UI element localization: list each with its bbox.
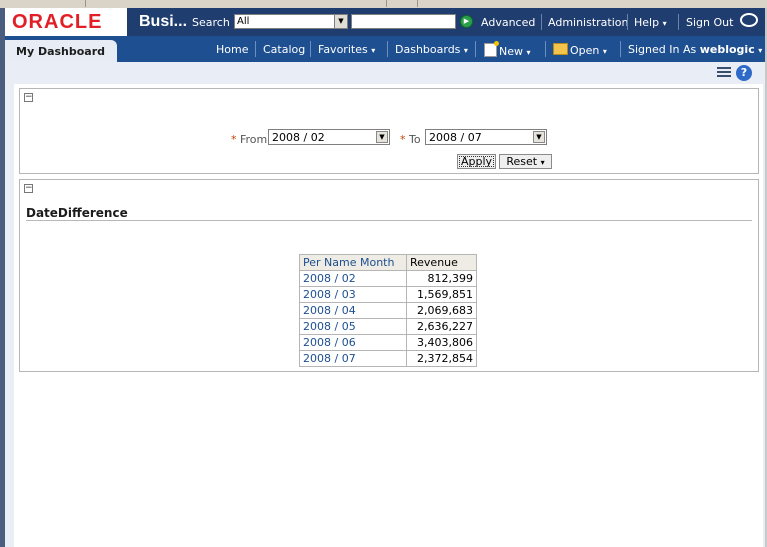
month-cell[interactable]: 2008 / 05: [299, 318, 407, 335]
browser-tab[interactable]: [387, 0, 418, 7]
column-header-month[interactable]: Per Name Month: [299, 254, 407, 271]
prompt-section: − * From 2008 / 02 ▼ * To 2008 / 07 ▼ Ap…: [19, 88, 759, 174]
tab-my-dashboard[interactable]: My Dashboard: [5, 40, 117, 62]
chevron-down-icon: ▾: [602, 47, 607, 56]
month-cell[interactable]: 2008 / 06: [299, 334, 407, 351]
chevron-down-icon[interactable]: ▼: [334, 15, 347, 28]
username: weblogic: [699, 43, 755, 56]
new-icon: [484, 41, 499, 57]
report-section: − DateDifference Per Name Month Revenue …: [19, 179, 759, 372]
oracle-logo: ORACLE: [5, 8, 127, 36]
revenue-cell: 2,372,854: [406, 350, 477, 367]
revenue-cell: 1,569,851: [406, 286, 477, 303]
oracle-logo-text: ORACLE: [12, 11, 103, 33]
catalog-link[interactable]: Catalog: [263, 43, 305, 56]
go-icon[interactable]: ▶: [460, 15, 473, 28]
from-label-text: From: [240, 133, 268, 146]
table-row: 2008 / 06 3,403,806: [299, 334, 477, 351]
chevron-down-icon[interactable]: ▼: [533, 131, 545, 143]
divider: [627, 14, 628, 30]
to-label: * To: [400, 133, 421, 146]
table-header-row: Per Name Month Revenue: [299, 254, 477, 271]
chevron-down-icon[interactable]: ▼: [376, 131, 388, 143]
divider: [255, 41, 256, 57]
month-cell[interactable]: 2008 / 03: [299, 286, 407, 303]
revenue-table: Per Name Month Revenue 2008 / 02 812,399…: [299, 254, 477, 367]
search-input[interactable]: [351, 14, 456, 29]
revenue-cell: 3,403,806: [406, 334, 477, 351]
to-select[interactable]: 2008 / 07 ▼: [425, 129, 547, 145]
oracle-ring-icon: [740, 13, 758, 27]
search-scope-value: All: [237, 16, 250, 27]
chevron-down-icon: ▾: [662, 19, 667, 28]
new-label: New: [499, 45, 523, 58]
revenue-cell: 2,069,683: [406, 302, 477, 319]
dashboard-nav-bar: My Dashboard Home Catalog Favorites ▾ Da…: [5, 36, 765, 62]
month-cell[interactable]: 2008 / 02: [299, 270, 407, 287]
divider: [678, 14, 679, 30]
divider: [475, 41, 476, 57]
help-icon[interactable]: ?: [736, 65, 752, 81]
sign-out-link[interactable]: Sign Out: [686, 16, 733, 29]
page-toolbar: ?: [5, 62, 765, 84]
chevron-down-icon: ▾: [463, 46, 468, 55]
open-folder-icon: [553, 43, 568, 55]
global-header: ORACLE Busi... Search All ▼ ▶ Advanced A…: [5, 8, 765, 36]
table-row: 2008 / 07 2,372,854: [299, 350, 477, 367]
home-link[interactable]: Home: [216, 43, 248, 56]
favorites-label: Favorites: [318, 43, 368, 56]
reset-button[interactable]: Reset ▾: [499, 154, 552, 169]
new-menu[interactable]: New ▾: [484, 41, 531, 58]
dashboard-page: ? − * From 2008 / 02 ▼ * To 2008 / 07 ▼ …: [5, 62, 765, 547]
to-label-text: To: [409, 133, 421, 146]
chevron-down-icon: ▾: [526, 48, 531, 57]
from-label: * From: [231, 133, 268, 146]
dashboard-content: − * From 2008 / 02 ▼ * To 2008 / 07 ▼ Ap…: [14, 84, 763, 547]
month-cell[interactable]: 2008 / 07: [299, 350, 407, 367]
chevron-down-icon: ▾: [371, 46, 376, 55]
divider: [387, 41, 388, 57]
signed-in-menu[interactable]: Signed In As weblogic ▾: [628, 43, 762, 56]
browser-tab[interactable]: [86, 0, 387, 7]
revenue-cell: 812,399: [406, 270, 477, 287]
divider: [26, 220, 752, 221]
apply-button[interactable]: Apply: [457, 154, 496, 169]
from-select[interactable]: 2008 / 02 ▼: [268, 129, 390, 145]
browser-tab[interactable]: [0, 0, 86, 7]
advanced-link[interactable]: Advanced: [481, 16, 535, 29]
month-cell[interactable]: 2008 / 04: [299, 302, 407, 319]
search-scope-select[interactable]: All ▼: [234, 14, 348, 29]
signed-in-label: Signed In As: [628, 43, 697, 56]
administration-link[interactable]: Administration: [548, 16, 629, 29]
favorites-menu[interactable]: Favorites ▾: [318, 43, 375, 56]
open-label: Open: [570, 44, 600, 57]
collapse-icon[interactable]: −: [24, 184, 33, 193]
revenue-cell: 2,636,227: [406, 318, 477, 335]
reset-label: Reset: [506, 155, 538, 168]
open-menu[interactable]: Open ▾: [553, 43, 607, 57]
from-value: 2008 / 02: [272, 131, 325, 144]
divider: [545, 41, 546, 57]
dashboards-label: Dashboards: [395, 43, 461, 56]
chevron-down-icon: ▾: [540, 158, 545, 167]
divider: [620, 41, 621, 57]
tab-my-dashboard-label: My Dashboard: [16, 45, 106, 58]
divider: [310, 41, 311, 57]
column-header-revenue: Revenue: [406, 254, 477, 271]
collapse-icon[interactable]: −: [24, 93, 33, 102]
report-title: DateDifference: [26, 206, 128, 220]
table-row: 2008 / 03 1,569,851: [299, 286, 477, 303]
app-name: Busi...: [139, 13, 188, 30]
dashboards-menu[interactable]: Dashboards ▾: [395, 43, 468, 56]
divider: [541, 14, 542, 30]
table-row: 2008 / 02 812,399: [299, 270, 477, 287]
table-row: 2008 / 05 2,636,227: [299, 318, 477, 335]
chevron-down-icon: ▾: [758, 46, 763, 55]
to-value: 2008 / 07: [429, 131, 482, 144]
search-label: Search: [192, 16, 230, 29]
table-row: 2008 / 04 2,069,683: [299, 302, 477, 319]
help-menu-label: Help: [634, 16, 660, 29]
page-options-icon[interactable]: [717, 67, 731, 79]
help-menu[interactable]: Help ▾: [634, 16, 667, 29]
